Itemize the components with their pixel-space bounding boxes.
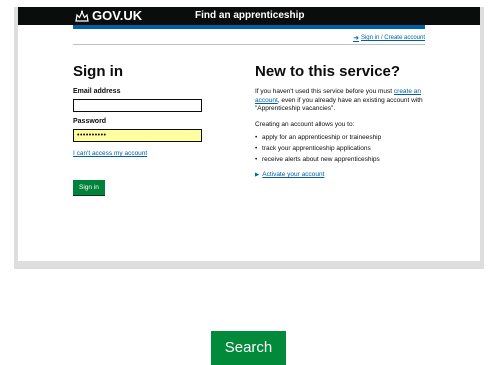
activate-account-label: Activate your account xyxy=(262,171,325,178)
govuk-logo[interactable]: GOV.UK xyxy=(75,8,142,24)
intro-paragraph: If you haven't used this service before … xyxy=(255,88,430,114)
divider xyxy=(73,44,425,45)
cant-access-account-link[interactable]: I can't access my account xyxy=(73,150,243,157)
search-button[interactable]: Search xyxy=(211,331,286,365)
password-field[interactable]: •••••••••• xyxy=(73,129,202,142)
logo-text: GOV.UK xyxy=(92,8,143,23)
email-label: Email address xyxy=(73,88,121,95)
new-to-service-heading: New to this service? xyxy=(255,63,401,80)
service-name[interactable]: Find an apprenticeship xyxy=(195,9,304,23)
email-field[interactable] xyxy=(73,99,202,112)
sign-in-section: Sign in Email address Password •••••••••… xyxy=(73,63,243,195)
header-blue-bar xyxy=(73,25,425,29)
top-link-label: Sign in / Create account xyxy=(360,35,425,41)
benefits-list: apply for an apprenticeship or traineesh… xyxy=(255,132,430,165)
browser-frame: GOV.UK Find an apprenticeship ➜ Sign in … xyxy=(14,7,484,269)
intro-text-end: , even if you already have an existing a… xyxy=(255,96,423,113)
header: GOV.UK Find an apprenticeship xyxy=(18,7,480,25)
password-label: Password xyxy=(73,118,107,125)
sign-in-create-account-link[interactable]: ➜ Sign in / Create account xyxy=(353,34,425,42)
page: GOV.UK Find an apprenticeship ➜ Sign in … xyxy=(18,7,480,261)
benefits-intro: Creating an account allows you to: xyxy=(255,120,355,128)
list-item: track your apprenticeship applications xyxy=(255,143,430,154)
activate-account-link[interactable]: ▶ Activate your account xyxy=(255,171,430,178)
sign-in-heading: Sign in xyxy=(73,63,123,80)
triangle-right-icon: ▶ xyxy=(255,171,260,178)
crown-icon xyxy=(75,10,89,22)
list-item: apply for an apprenticeship or traineesh… xyxy=(255,132,430,143)
intro-text-start: If you haven't used this service before … xyxy=(255,88,394,95)
new-to-service-section: New to this service? If you haven't used… xyxy=(255,63,430,178)
list-item: receive alerts about new apprenticeships xyxy=(255,154,430,165)
arrow-right-icon: ➜ xyxy=(353,35,359,42)
sign-in-button[interactable]: Sign in xyxy=(73,180,105,195)
